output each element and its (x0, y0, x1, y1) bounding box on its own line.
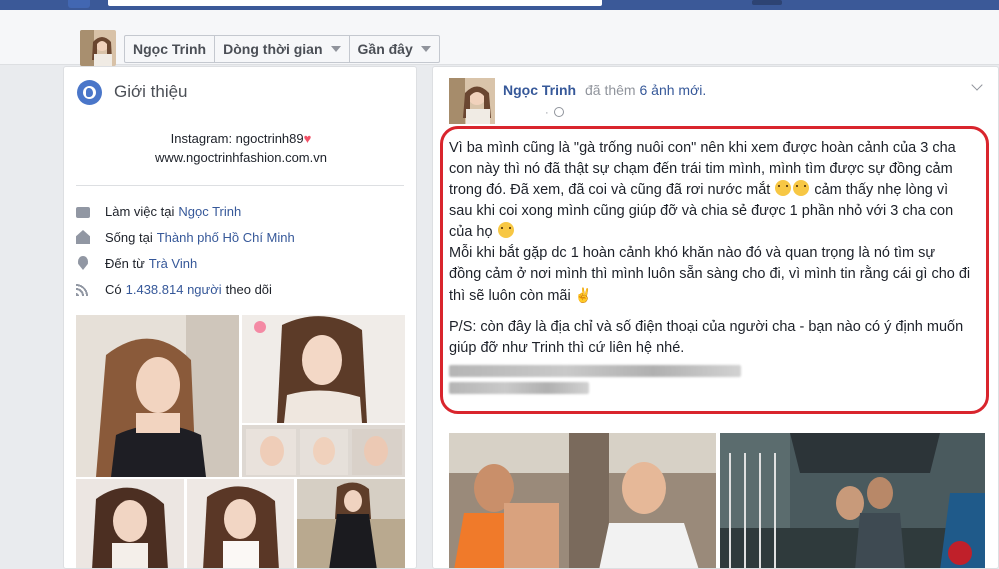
intro-bio: Instagram: ngoctrinh89♥ www.ngoctrinhfas… (64, 129, 416, 167)
post-photo-count-link[interactable]: 6 ảnh mới. (639, 82, 706, 98)
website-text[interactable]: www.ngoctrinhfashion.com.vn (64, 148, 416, 167)
followers-suffix: theo dõi (225, 281, 272, 297)
search-input[interactable] (108, 0, 602, 6)
post-text-1c: Mỗi khi bắt gặp dc 1 hoàn cảnh khó khăn … (449, 245, 971, 304)
intro-photo-2[interactable] (242, 315, 405, 423)
intro-title: Giới thiệu (114, 82, 188, 101)
work-prefix: Làm việc tại (105, 203, 175, 219)
globe-icon (77, 80, 102, 105)
intro-photo-1[interactable] (76, 315, 239, 477)
lives-prefix: Sống tại (105, 229, 153, 245)
tab-recent[interactable]: Gần đây (350, 36, 439, 62)
location-pin-icon (78, 256, 88, 270)
work-link[interactable]: Ngọc Trinh (178, 204, 241, 219)
crying-emoji-icon (793, 180, 810, 196)
post-card: Ngọc Trinh đã thêm 6 ảnh mới. · Vì ba mì… (432, 66, 999, 569)
post-body: Vì ba mình cũng là "gà trống nuôi con" n… (449, 138, 971, 399)
post-paragraph-1: Vì ba mình cũng là "gà trống nuôi con" n… (449, 138, 971, 307)
caret-down-icon (420, 46, 431, 52)
followers-link[interactable]: 1.438.814 người (126, 282, 222, 297)
intro-photo-3[interactable] (76, 479, 184, 568)
profile-mini-avatar[interactable] (80, 30, 116, 66)
top-navigation-bar (0, 0, 999, 10)
info-row-from: Đến từ Trà Vinh (76, 253, 197, 273)
chevron-down-icon[interactable] (971, 79, 983, 91)
tab-timeline-label: Dòng thời gian (223, 41, 323, 57)
lives-link[interactable]: Thành phố Hồ Chí Minh (157, 230, 295, 245)
intro-card: Giới thiệu Instagram: ngoctrinh89♥ www.n… (63, 66, 417, 569)
info-row-lives: Sống tại Thành phố Hồ Chí Minh (76, 227, 295, 247)
crying-emoji-icon (775, 180, 792, 196)
tab-recent-label: Gần đây (357, 41, 413, 57)
heart-icon: ♥ (303, 131, 312, 146)
post-author-avatar[interactable] (449, 78, 495, 124)
post-text-2: P/S: còn đây là địa chỉ và số điện thoại… (449, 319, 964, 356)
info-row-followers: Có 1.438.814 người theo dõi (76, 279, 272, 299)
intro-photo-collage[interactable] (242, 425, 405, 477)
profile-subheader: Ngọc Trinh Dòng thời gian Gần đây (0, 10, 999, 66)
tab-timeline[interactable]: Dòng thời gian (215, 36, 350, 62)
tab-profile-name[interactable]: Ngọc Trinh (125, 36, 216, 62)
from-link[interactable]: Trà Vinh (149, 256, 197, 271)
smile-emoji-icon (497, 222, 514, 238)
post-action-text: đã thêm 6 ảnh mới. (585, 82, 706, 98)
intro-photo-4[interactable] (187, 479, 294, 568)
redacted-address-line (449, 365, 741, 377)
nav-profile-shortcut[interactable] (752, 0, 782, 5)
info-row-work: Làm việc tại Ngọc Trinh (76, 201, 241, 221)
post-photo-1[interactable] (449, 433, 716, 568)
rss-icon (76, 282, 90, 296)
facebook-logo-icon[interactable] (68, 0, 90, 8)
intro-photo-5[interactable] (297, 479, 405, 568)
post-meta-separator: · (545, 107, 549, 119)
followers-prefix: Có (105, 281, 122, 297)
intro-divider (76, 185, 404, 186)
post-paragraph-2: P/S: còn đây là địa chỉ và số điện thoại… (449, 317, 971, 359)
from-prefix: Đến từ (105, 255, 145, 271)
home-icon (76, 230, 90, 244)
instagram-text: Instagram: ngoctrinh89 (170, 131, 304, 146)
privacy-globe-icon[interactable] (554, 107, 564, 117)
redacted-phone-line (449, 382, 589, 394)
profile-tabs: Ngọc Trinh Dòng thời gian Gần đây (124, 35, 440, 63)
caret-down-icon (330, 46, 341, 52)
post-photo-2[interactable] (720, 433, 985, 568)
post-action-prefix: đã thêm (585, 82, 636, 98)
post-author-name[interactable]: Ngọc Trinh (503, 82, 576, 98)
peace-hand-icon: ✌ (574, 287, 593, 303)
briefcase-icon (76, 206, 90, 218)
